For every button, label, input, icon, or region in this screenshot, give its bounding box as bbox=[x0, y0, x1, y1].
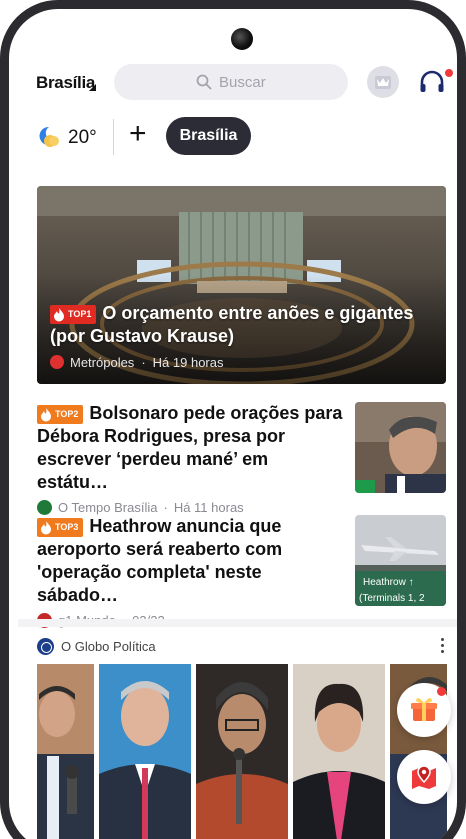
rank-badge-label: TOP3 bbox=[55, 522, 79, 532]
news-title: TOP2 Bolsonaro pede orações para Débora … bbox=[37, 402, 344, 494]
rank-badge-label: TOP2 bbox=[55, 409, 79, 419]
weather-moon-icon bbox=[39, 126, 59, 147]
photo bbox=[196, 664, 288, 839]
rank-badge: TOP3 bbox=[37, 518, 84, 537]
caret-icon bbox=[89, 84, 96, 91]
search-placeholder: Buscar bbox=[219, 74, 266, 91]
news-time: Há 11 horas bbox=[173, 500, 244, 515]
flame-icon bbox=[41, 521, 51, 535]
hero-title: O orçamento entre anões e gigantes (por … bbox=[50, 303, 414, 346]
news-text: TOP2 Bolsonaro pede orações para Débora … bbox=[37, 402, 344, 515]
news-meta: O Tempo Brasília · Há 11 horas bbox=[37, 500, 344, 515]
news-text: TOP3 Heathrow anuncia que aeroporto será… bbox=[37, 515, 344, 628]
notification-dot bbox=[437, 687, 446, 696]
photo-strip[interactable] bbox=[37, 664, 447, 839]
hero-card[interactable]: TOP1 O orçamento entre anões e gigantes … bbox=[37, 186, 446, 384]
photo bbox=[293, 664, 385, 839]
flame-icon bbox=[54, 308, 64, 322]
hero-time: Há 19 horas bbox=[152, 355, 224, 370]
photo bbox=[99, 664, 191, 839]
gift-icon bbox=[411, 698, 437, 721]
more-icon[interactable] bbox=[439, 636, 445, 656]
add-city-button[interactable]: + bbox=[129, 119, 147, 149]
top-bar: Brasília Buscar bbox=[36, 64, 456, 100]
rank-badge: TOP2 bbox=[37, 405, 84, 424]
headset-icon[interactable] bbox=[418, 68, 446, 96]
hero-source: Metrópoles bbox=[70, 355, 135, 370]
search-bar[interactable]: Buscar bbox=[114, 64, 348, 100]
news-thumbnail bbox=[355, 402, 446, 493]
notification-dot bbox=[445, 69, 453, 77]
search-icon bbox=[196, 74, 212, 90]
crown-icon bbox=[375, 76, 391, 89]
city-chip[interactable]: Brasília bbox=[166, 117, 251, 155]
news-source: O Tempo Brasília bbox=[58, 500, 158, 515]
divider bbox=[113, 119, 114, 155]
hero-title-wrap: TOP1 O orçamento entre anões e gigantes … bbox=[50, 302, 442, 348]
news-thumbnail: Heathrow ↑ (Terminals 1, 2 bbox=[355, 515, 446, 606]
source-logo bbox=[37, 500, 52, 515]
temperature[interactable]: 20° bbox=[68, 127, 97, 149]
source-name[interactable]: O Globo Política bbox=[61, 639, 156, 654]
source-logo bbox=[50, 355, 64, 369]
map-button[interactable] bbox=[397, 750, 451, 804]
weather-row: 20° + Brasília bbox=[36, 117, 456, 155]
globo-logo-icon bbox=[37, 638, 54, 655]
rank-badge: TOP1 bbox=[50, 305, 97, 324]
city-selector[interactable]: Brasília bbox=[36, 73, 95, 93]
thumb-sign-sub: (Terminals 1, 2 bbox=[359, 593, 425, 604]
thumb-sign-text: Heathrow ↑ bbox=[363, 577, 414, 588]
section-divider bbox=[18, 619, 457, 627]
premium-button[interactable] bbox=[367, 66, 399, 98]
map-pin-icon bbox=[412, 765, 436, 789]
source-header: O Globo Política bbox=[37, 636, 449, 658]
rank-badge-label: TOP1 bbox=[68, 309, 92, 319]
phone-frame: Brasília Buscar 20° + Brasília TOP1 O or… bbox=[0, 0, 466, 839]
photo bbox=[37, 664, 94, 839]
camera-icon bbox=[231, 28, 253, 50]
news-title: TOP3 Heathrow anuncia que aeroporto será… bbox=[37, 515, 344, 607]
hero-meta: Metrópoles · Há 19 horas bbox=[50, 355, 223, 370]
flame-icon bbox=[41, 408, 51, 422]
